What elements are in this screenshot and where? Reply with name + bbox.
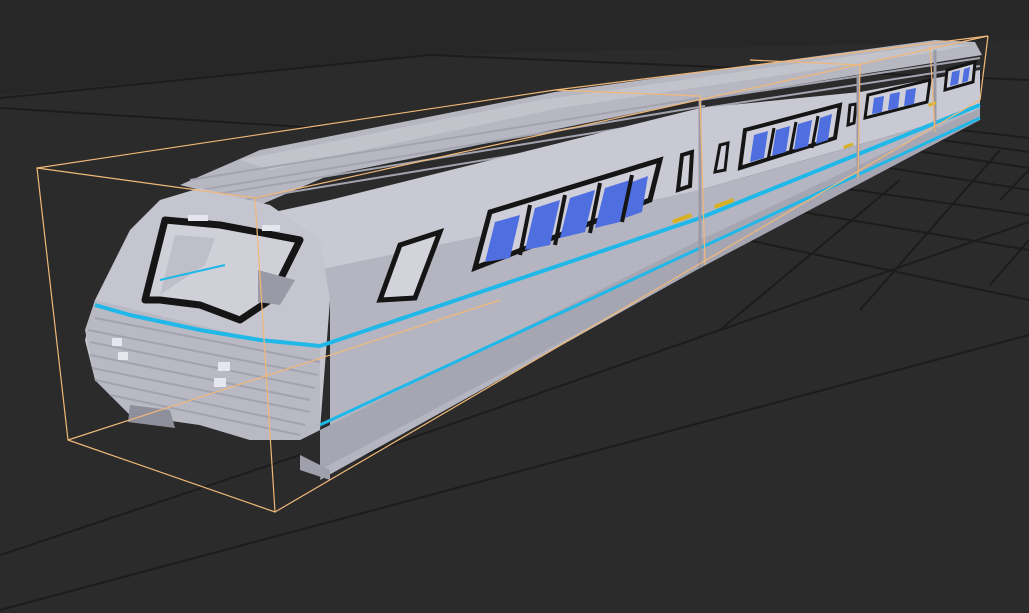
3d-viewport[interactable] — [0, 0, 1029, 613]
door-window — [675, 149, 695, 193]
door-window — [846, 102, 858, 128]
scene-canvas[interactable] — [0, 0, 1029, 613]
